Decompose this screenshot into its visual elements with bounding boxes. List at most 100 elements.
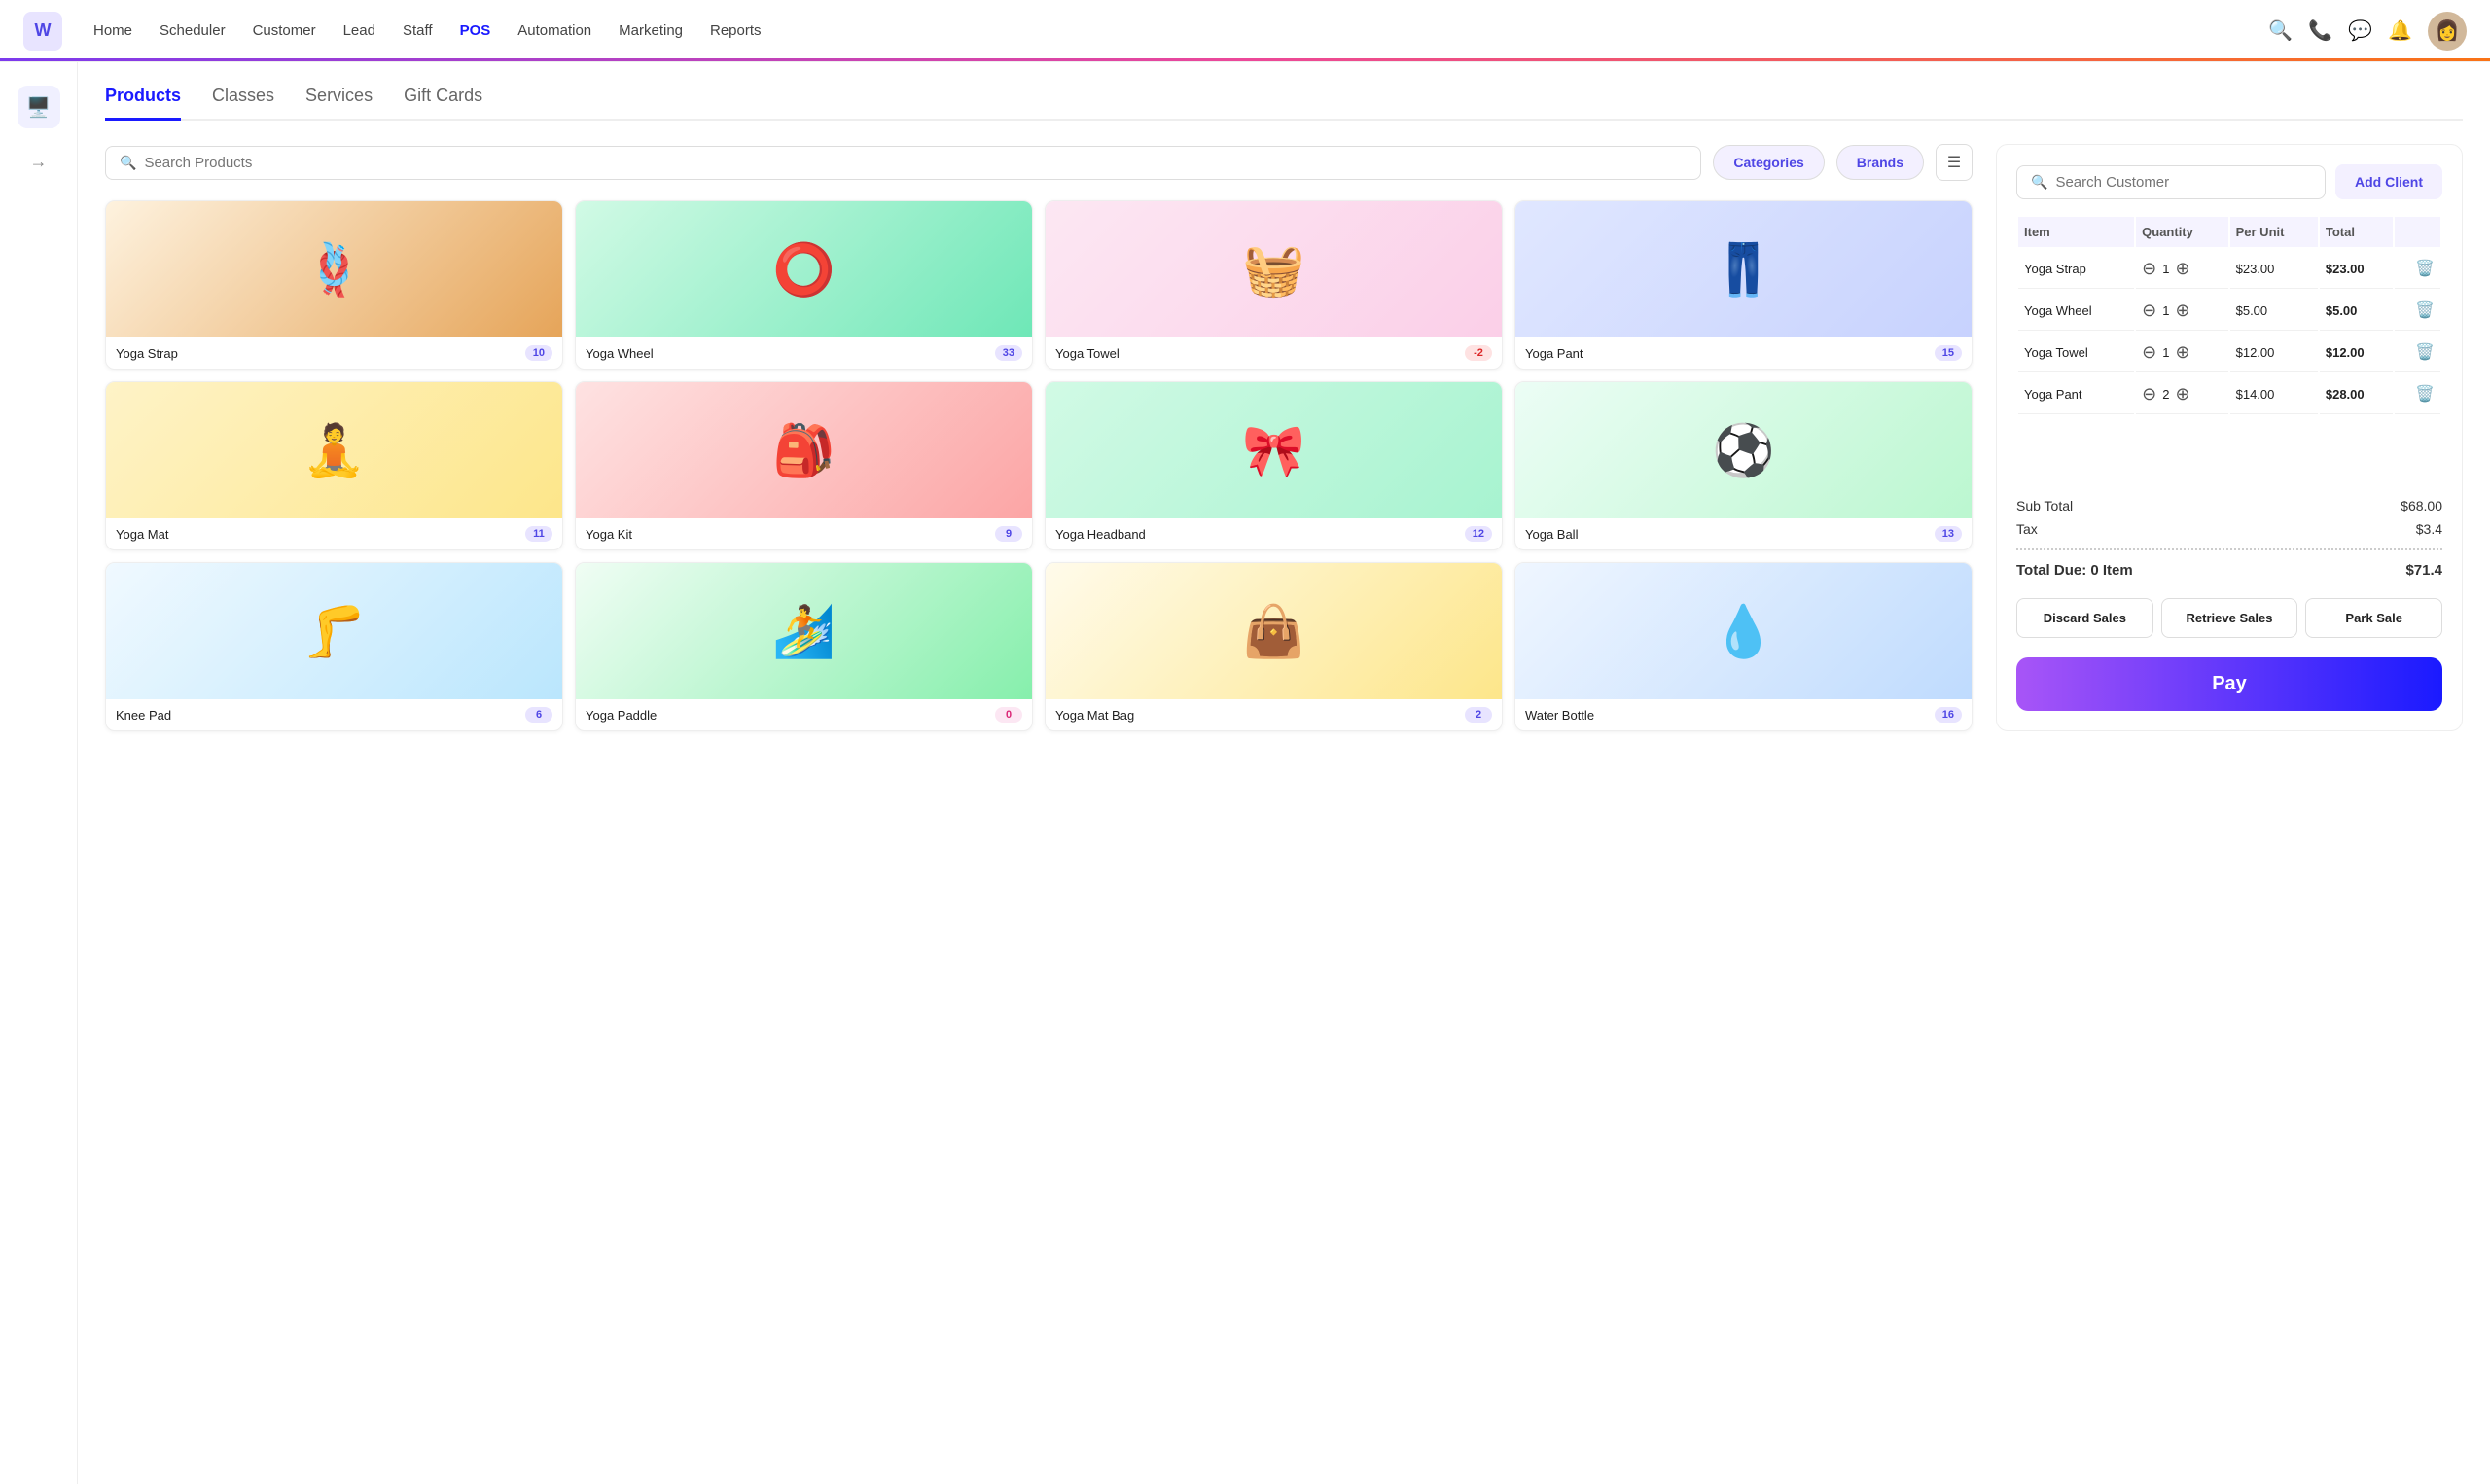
tabs-bar: Products Classes Services Gift Cards (105, 86, 2463, 121)
qty-decrease-button[interactable]: ⊖ (2142, 343, 2156, 361)
product-card[interactable]: 💧 Water Bottle 16 (1514, 562, 1973, 731)
product-card[interactable]: 🏄 Yoga Paddle 0 (575, 562, 1033, 731)
app-logo: W (23, 12, 62, 51)
discard-sales-button[interactable]: Discard Sales (2016, 598, 2153, 638)
search-icon: 🔍 (120, 155, 136, 171)
qty-increase-button[interactable]: ⊕ (2175, 260, 2189, 277)
qty-decrease-button[interactable]: ⊖ (2142, 301, 2156, 319)
nav-staff[interactable]: Staff (403, 18, 433, 43)
product-footer: Water Bottle 16 (1515, 699, 1972, 730)
tab-gift-cards[interactable]: Gift Cards (404, 86, 482, 121)
qty-decrease-button[interactable]: ⊖ (2142, 385, 2156, 403)
categories-button[interactable]: Categories (1713, 145, 1824, 180)
product-count: 12 (1465, 526, 1492, 542)
customer-search-input[interactable] (2055, 174, 2311, 191)
order-row: Yoga Wheel ⊖ 1 ⊕ $5.00 $5.00 🗑️ (2018, 291, 2440, 331)
nav-customer[interactable]: Customer (253, 18, 316, 43)
product-count: 33 (995, 345, 1022, 361)
delete-row-button[interactable]: 🗑️ (2415, 302, 2435, 319)
product-image: ⚽ (1515, 382, 1972, 518)
product-image: 🏄 (576, 563, 1032, 699)
right-panel: 🔍 Add Client Item Quantity Per Unit Tota… (1996, 144, 2463, 731)
notifications-icon[interactable]: 🔔 (2388, 18, 2412, 43)
product-image: 🎒 (576, 382, 1032, 518)
product-card[interactable]: 🧺 Yoga Towel -2 (1045, 200, 1503, 370)
whatsapp-icon[interactable]: 💬 (2348, 18, 2372, 43)
search-icon[interactable]: 🔍 (2268, 18, 2293, 43)
product-footer: Yoga Wheel 33 (576, 337, 1032, 369)
qty-increase-button[interactable]: ⊕ (2175, 343, 2189, 361)
filter-options-icon[interactable]: ☰ (1936, 144, 1973, 181)
product-name: Yoga Pant (1525, 346, 1583, 361)
product-name: Yoga Ball (1525, 527, 1578, 542)
products-panel: 🔍 Categories Brands ☰ 🪢 Yoga Strap (105, 144, 1973, 731)
search-icon: 🔍 (2031, 174, 2047, 191)
product-image: ⭕ (576, 201, 1032, 337)
tab-classes[interactable]: Classes (212, 86, 274, 121)
product-card[interactable]: 🪢 Yoga Strap 10 (105, 200, 563, 370)
order-per-unit: $14.00 (2230, 374, 2318, 414)
park-sale-button[interactable]: Park Sale (2305, 598, 2442, 638)
nav-automation[interactable]: Automation (517, 18, 591, 43)
pay-button[interactable]: Pay (2016, 657, 2442, 711)
sidebar-collapse-button[interactable]: → (30, 152, 48, 172)
nav-reports[interactable]: Reports (710, 18, 762, 43)
product-card[interactable]: 🦵 Knee Pad 6 (105, 562, 563, 731)
product-card[interactable]: 👖 Yoga Pant 15 (1514, 200, 1973, 370)
order-qty-cell: ⊖ 1 ⊕ (2136, 333, 2227, 372)
product-card[interactable]: 🎒 Yoga Kit 9 (575, 381, 1033, 550)
tab-services[interactable]: Services (305, 86, 373, 121)
qty-increase-button[interactable]: ⊕ (2175, 385, 2189, 403)
col-quantity: Quantity (2136, 217, 2227, 247)
product-count: 11 (525, 526, 552, 542)
qty-value: 2 (2162, 387, 2169, 402)
qty-decrease-button[interactable]: ⊖ (2142, 260, 2156, 277)
product-footer: Yoga Strap 10 (106, 337, 562, 369)
qty-increase-button[interactable]: ⊕ (2175, 301, 2189, 319)
product-footer: Knee Pad 6 (106, 699, 562, 730)
product-card[interactable]: 👜 Yoga Mat Bag 2 (1045, 562, 1503, 731)
product-footer: Yoga Ball 13 (1515, 518, 1972, 549)
tab-products[interactable]: Products (105, 86, 181, 121)
delete-row-button[interactable]: 🗑️ (2415, 386, 2435, 403)
product-image: 🦵 (106, 563, 562, 699)
product-image: 👜 (1046, 563, 1502, 699)
product-footer: Yoga Kit 9 (576, 518, 1032, 549)
nav-home[interactable]: Home (93, 18, 132, 43)
product-card[interactable]: 🧘 Yoga Mat 11 (105, 381, 563, 550)
col-action (2395, 217, 2440, 247)
product-card[interactable]: 🎀 Yoga Headband 12 (1045, 381, 1503, 550)
product-name: Yoga Towel (1055, 346, 1120, 361)
order-item-name: Yoga Wheel (2018, 291, 2134, 331)
retrieve-sales-button[interactable]: Retrieve Sales (2161, 598, 2298, 638)
add-client-button[interactable]: Add Client (2335, 164, 2442, 199)
brands-button[interactable]: Brands (1836, 145, 1924, 180)
order-total: $23.00 (2320, 249, 2394, 289)
product-count: 9 (995, 526, 1022, 542)
delete-row-button[interactable]: 🗑️ (2415, 261, 2435, 277)
nav-marketing[interactable]: Marketing (619, 18, 683, 43)
phone-icon[interactable]: 📞 (2308, 18, 2332, 43)
product-name: Yoga Wheel (586, 346, 654, 361)
action-buttons: Discard Sales Retrieve Sales Park Sale (2016, 598, 2442, 638)
product-card[interactable]: ⭕ Yoga Wheel 33 (575, 200, 1033, 370)
order-per-unit: $23.00 (2230, 249, 2318, 289)
avatar[interactable]: 👩 (2428, 12, 2467, 51)
nav-lead[interactable]: Lead (343, 18, 375, 43)
product-grid: 🪢 Yoga Strap 10 ⭕ Yoga Wheel (105, 200, 1973, 731)
nav-scheduler[interactable]: Scheduler (160, 18, 226, 43)
nav-pos[interactable]: POS (460, 18, 491, 43)
product-count: 15 (1935, 345, 1962, 361)
product-search-input[interactable] (144, 155, 1687, 171)
product-count: 0 (995, 707, 1022, 723)
order-row: Yoga Towel ⊖ 1 ⊕ $12.00 $12.00 🗑️ (2018, 333, 2440, 372)
product-card[interactable]: ⚽ Yoga Ball 13 (1514, 381, 1973, 550)
order-per-unit: $12.00 (2230, 333, 2318, 372)
nav-links: Home Scheduler Customer Lead Staff POS A… (93, 18, 2268, 43)
delete-row-button[interactable]: 🗑️ (2415, 344, 2435, 361)
order-item-name: Yoga Towel (2018, 333, 2134, 372)
order-total: $12.00 (2320, 333, 2394, 372)
product-image: 💧 (1515, 563, 1972, 699)
product-image: 🪢 (106, 201, 562, 337)
sidebar-monitor-icon[interactable]: 🖥️ (18, 86, 60, 128)
